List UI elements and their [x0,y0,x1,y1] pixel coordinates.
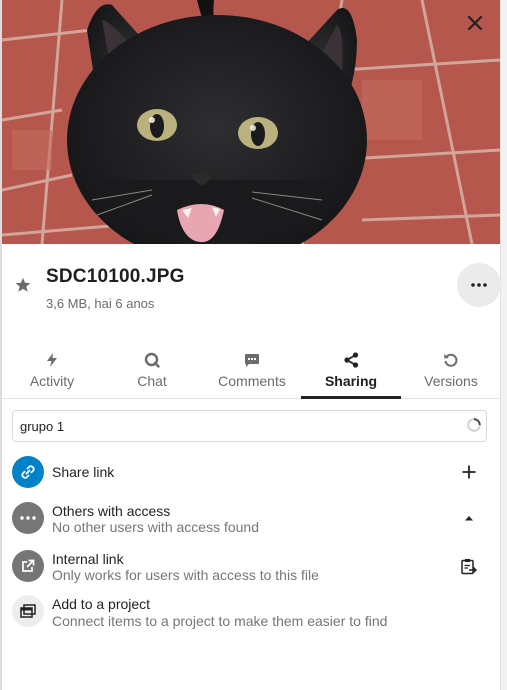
share-link-title: Share link [52,464,115,480]
clipboard-icon [461,558,477,574]
tabs-divider [2,398,500,399]
more-icon [20,516,36,520]
internal-link-title: Internal link [52,551,124,567]
tab-sharing[interactable]: Sharing [301,346,401,398]
panel-scroll-gutter [500,0,507,690]
share-link-avatar [12,456,44,488]
tab-comments[interactable]: Comments [202,346,302,398]
project-subtitle: Connect items to a project to make them … [52,613,388,629]
link-icon [21,465,35,479]
favorite-toggle[interactable] [14,276,32,294]
tab-versions[interactable]: Versions [401,346,501,398]
image-preview [2,0,500,244]
others-avatar [12,502,44,534]
activity-icon [47,353,57,367]
comments-icon [245,353,259,367]
tab-chat[interactable]: Chat [102,346,202,398]
others-subtitle: No other users with access found [52,519,259,535]
close-icon [468,16,482,30]
project-avatar [12,595,44,627]
star-icon [15,277,31,292]
more-actions-button[interactable] [457,263,501,307]
share-icon [344,352,359,368]
project-title: Add to a project [52,596,151,612]
plus-icon [462,465,476,479]
add-to-project-entry[interactable]: Add to a project Connect items to a proj… [12,595,492,631]
copy-internal-link-button[interactable] [455,552,483,580]
projects-icon [20,604,36,618]
close-sidebar-button[interactable] [462,10,488,36]
internal-link-avatar [12,550,44,582]
panel-right-border [500,0,501,690]
kitten-photo [2,0,500,244]
triangle-up-icon [465,516,473,521]
internal-link-entry: Internal link Only works for users with … [12,550,492,586]
tab-label: Versions [424,373,478,389]
others-title: Others with access [52,503,171,519]
tab-label: Sharing [324,373,378,389]
internal-link-subtitle: Only works for users with access to this… [52,567,319,583]
tab-label: Comments [218,373,286,389]
tab-label: Activity [29,373,75,389]
add-share-link-button[interactable] [455,458,483,486]
loading-spinner [467,418,481,432]
collapse-others-button[interactable] [455,504,483,532]
file-meta: 3,6 MB, hai 6 anos [46,296,155,311]
file-name: SDC10100.JPG [46,266,185,287]
chat-icon [144,352,160,368]
share-link-entry: Share link [12,456,492,492]
active-tab-indicator [301,396,401,399]
share-search-input[interactable] [12,410,487,442]
external-link-icon [22,559,35,572]
history-icon [444,353,458,367]
spinner-icon [467,418,481,432]
sidebar-tabs: Activity Chat Comments Sharing Versions [2,346,500,399]
tab-label: Chat [137,373,167,389]
more-icon [471,283,487,287]
others-with-access-entry[interactable]: Others with access No other users with a… [12,502,492,538]
tab-activity[interactable]: Activity [2,346,102,398]
